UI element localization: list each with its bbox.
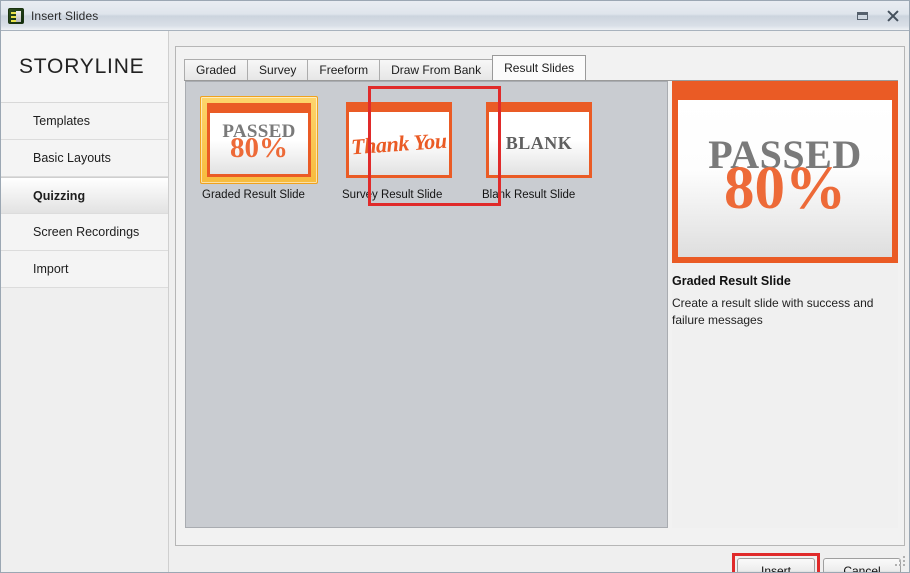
sidebar-item-label: Import — [33, 262, 69, 276]
sidebar-item-basic-layouts[interactable]: Basic Layouts — [1, 140, 168, 177]
tab-draw-from-bank[interactable]: Draw From Bank — [379, 59, 494, 80]
sidebar-item-label: Templates — [33, 114, 90, 128]
slides-panel: Graded Survey Freeform Draw From Bank Re… — [175, 46, 905, 546]
tab-result-slides[interactable]: Result Slides — [492, 55, 587, 80]
tab-label: Freeform — [319, 63, 369, 77]
slide-preview-pane: PASSED 80% Graded Result Slide Create a … — [672, 81, 898, 528]
sidebar-item-label: Screen Recordings — [33, 225, 140, 239]
sidebar-item-quizzing[interactable]: Quizzing — [1, 177, 168, 214]
insert-label-rest: nsert — [764, 564, 792, 573]
tab-freeform[interactable]: Freeform — [307, 59, 381, 80]
slide-tile-label: Survey Result Slide — [342, 189, 443, 201]
brand-header: STORYLINE — [1, 31, 168, 103]
tab-strip: Graded Survey Freeform Draw From Bank Re… — [184, 55, 587, 80]
passed-score: 80% — [724, 154, 846, 222]
tab-underline — [184, 80, 898, 81]
insert-slides-dialog: Insert Slides STORYLINE Templates Basic … — [0, 0, 910, 573]
restore-window-icon[interactable] — [855, 8, 871, 24]
tab-graded[interactable]: Graded — [184, 59, 249, 80]
brand-title: STORYLINE — [19, 54, 145, 78]
sidebar-item-screen-recordings[interactable]: Screen Recordings — [1, 214, 168, 251]
window-title: Insert Slides — [31, 8, 99, 23]
tab-label: Graded — [196, 63, 237, 77]
slide-tile-graded-result[interactable]: PASSED 80% Graded Result Slide — [200, 96, 318, 201]
passed-score-art: PASSED 80% — [695, 131, 875, 227]
slide-canvas: Thank You — [349, 112, 449, 175]
slide-tile-label: Graded Result Slide — [202, 189, 305, 201]
preview-canvas: PASSED 80% — [678, 100, 892, 257]
tab-label: Result Slides — [504, 61, 575, 75]
storyline-app-icon — [8, 7, 24, 24]
slide-header-bar — [489, 105, 589, 112]
sidebar-item-label: Basic Layouts — [33, 151, 111, 165]
slide-thumbnail-frame: PASSED 80% — [200, 96, 318, 184]
slide-tile-survey-result[interactable]: Thank You Survey Result Slide — [340, 96, 458, 201]
window-controls — [855, 8, 901, 24]
preview-title: Graded Result Slide — [672, 274, 791, 288]
insert-button[interactable]: Insert — [737, 558, 815, 573]
slide-thumbnail: Thank You — [346, 102, 452, 178]
passed-score-art: PASSED 80% — [216, 121, 302, 167]
sidebar-item-label: Quizzing — [33, 188, 86, 203]
slide-tile-blank-result[interactable]: BLANK Blank Result Slide — [480, 96, 598, 201]
preview-slide-image: PASSED 80% — [672, 81, 898, 263]
cancel-label: Cancel — [843, 564, 881, 573]
tab-label: Survey — [259, 63, 297, 77]
slide-thumbnail-frame: BLANK — [480, 96, 598, 184]
cancel-button[interactable]: Cancel — [823, 558, 901, 573]
slide-tile-list: PASSED 80% Graded Result Slide Thank You… — [186, 82, 667, 201]
passed-score: 80% — [230, 131, 288, 164]
slide-thumbnail-frame: Thank You — [340, 96, 458, 184]
close-window-icon[interactable] — [885, 8, 901, 24]
blank-art: BLANK — [505, 133, 573, 153]
slide-header-bar — [210, 106, 308, 113]
thank-you-art: Thank You — [350, 127, 448, 159]
preview-description: Create a result slide with success and f… — [672, 296, 874, 328]
sidebar-item-import[interactable]: Import — [1, 251, 168, 288]
slide-tile-label: Blank Result Slide — [482, 189, 576, 201]
tab-survey[interactable]: Survey — [247, 59, 309, 80]
slide-canvas: BLANK — [489, 112, 589, 175]
slide-thumbnail: PASSED 80% — [207, 103, 311, 177]
slide-thumbnail: BLANK — [486, 102, 592, 178]
slide-canvas: PASSED 80% — [210, 113, 308, 174]
slide-gallery: PASSED 80% Graded Result Slide Thank You… — [185, 81, 668, 528]
title-bar: Insert Slides — [1, 1, 909, 31]
preview-header-bar — [678, 87, 892, 100]
main-content: Graded Survey Freeform Draw From Bank Re… — [169, 31, 909, 573]
sidebar: STORYLINE Templates Basic Layouts Quizzi… — [1, 31, 169, 572]
sidebar-item-templates[interactable]: Templates — [1, 103, 168, 140]
dialog-footer: Insert Cancel — [169, 550, 909, 573]
slide-header-bar — [349, 105, 449, 112]
tab-label: Draw From Bank — [391, 63, 482, 77]
